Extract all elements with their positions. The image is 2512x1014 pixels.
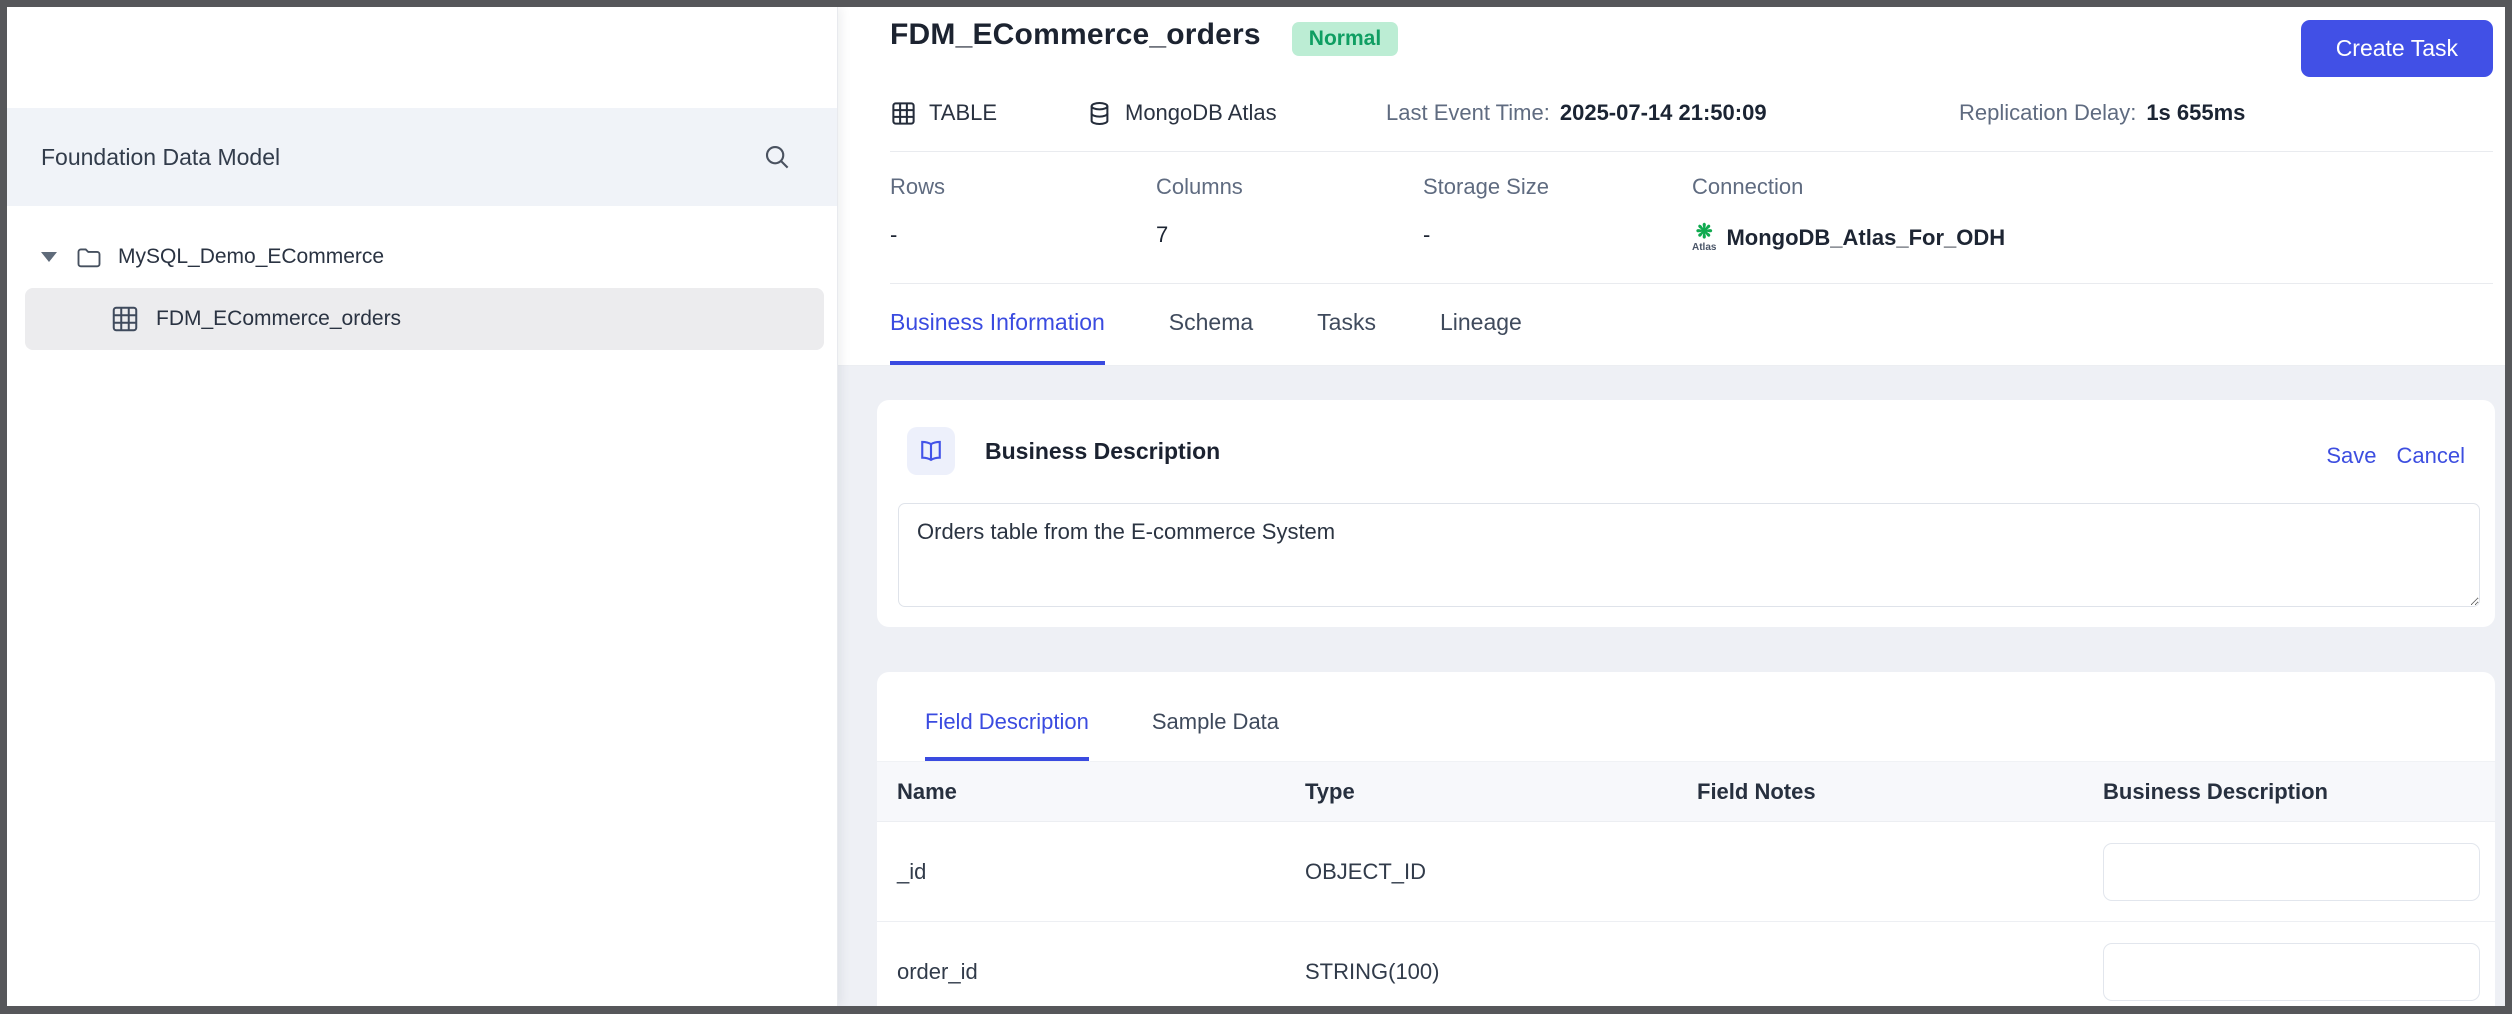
tab-tasks[interactable]: Tasks [1317, 284, 1376, 365]
field-type: OBJECT_ID [1305, 858, 1427, 884]
main-tabs: Business Information Schema Tasks Lineag… [838, 284, 2505, 366]
column-header-field-notes: Field Notes [1697, 778, 1816, 804]
business-description-actions: Save Cancel [2326, 443, 2465, 469]
cancel-button[interactable]: Cancel [2397, 443, 2465, 469]
database-icon [1086, 100, 1113, 127]
replication-delay-value: 1s 655ms [2146, 100, 2246, 125]
page-title: FDM_ECommerce_orders [890, 18, 1261, 51]
subtab-field-description[interactable]: Field Description [925, 696, 1089, 761]
tree-folder-label: MySQL_Demo_ECommerce [118, 245, 385, 268]
sidebar-tree: MySQL_Demo_ECommerce FDM_ECommerce_order… [7, 206, 837, 350]
tab-business-information[interactable]: Business Information [890, 284, 1105, 365]
create-task-button[interactable]: Create Task [2300, 20, 2493, 77]
tab-lineage[interactable]: Lineage [1440, 284, 1522, 365]
table-grid-icon [890, 100, 917, 127]
datasource-label: MongoDB Atlas [1125, 100, 1277, 125]
stat-connection: Connection ❋ Atlas MongoDB_Atlas_For_ODH [1692, 152, 2005, 253]
tree-table-label: FDM_ECommerce_orders [156, 307, 402, 330]
mongodb-atlas-icon: ❋ Atlas [1692, 221, 1717, 253]
stat-value: - [1423, 222, 1431, 247]
meta-replication-delay: Replication Delay: 1s 655ms [1959, 91, 2245, 135]
table-grid-icon [110, 304, 140, 334]
field-description-card: Field Description Sample Data Name Type … [877, 672, 2495, 1006]
main-panel: FDM_ECommerce_orders Normal Create Task … [838, 7, 2505, 1006]
column-header-name: Name [897, 778, 957, 804]
stat-value: - [890, 222, 898, 247]
meta-row: TABLE MongoDB Atlas Last Event Time: 202… [890, 91, 2493, 139]
replication-delay-label: Replication Delay: [1959, 100, 2137, 125]
stat-storage-size: Storage Size - [1423, 152, 1549, 248]
open-book-icon [907, 427, 955, 475]
stat-label: Rows [890, 174, 946, 199]
meta-object-type: TABLE [890, 91, 997, 135]
app-window: Foundation Data Model MySQL_Demo_ECommer… [7, 7, 2505, 1006]
table-row: _id OBJECT_ID [877, 822, 2495, 922]
connection-value[interactable]: ❋ Atlas MongoDB_Atlas_For_ODH [1692, 222, 2005, 253]
folder-icon [75, 243, 103, 271]
caret-down-icon[interactable] [41, 252, 57, 262]
tab-schema[interactable]: Schema [1169, 284, 1253, 365]
connection-name: MongoDB_Atlas_For_ODH [1726, 224, 2006, 250]
tree-node-folder[interactable]: MySQL_Demo_ECommerce [7, 235, 837, 279]
tree-node-table-selected[interactable]: FDM_ECommerce_orders [25, 288, 824, 350]
field-name: _id [897, 858, 927, 884]
sidebar: Foundation Data Model MySQL_Demo_ECommer… [7, 7, 838, 1006]
table-row: order_id STRING(100) [877, 922, 2495, 1006]
last-event-time-label: Last Event Time: [1386, 100, 1550, 125]
sidebar-header: Foundation Data Model [7, 108, 837, 206]
tab-content: Business Description Save Cancel Orders … [838, 366, 2505, 1006]
meta-datasource: MongoDB Atlas [1086, 91, 1277, 135]
subtab-sample-data[interactable]: Sample Data [1152, 696, 1279, 761]
field-business-description-input[interactable] [2103, 942, 2480, 1001]
last-event-time-value: 2025-07-14 21:50:09 [1559, 100, 1767, 125]
search-icon[interactable] [762, 142, 792, 172]
field-table-header: Name Type Field Notes Business Descripti… [877, 762, 2495, 822]
business-description-title: Business Description [985, 438, 1221, 464]
title-row: FDM_ECommerce_orders Normal Create Task [890, 13, 2493, 77]
stats-row: Rows - Columns 7 Storage Size - Connecti… [890, 152, 2493, 283]
stat-value: 7 [1156, 222, 1169, 247]
column-header-type: Type [1305, 778, 1355, 804]
stat-label: Columns [1156, 174, 1243, 199]
meta-last-event-time: Last Event Time: 2025-07-14 21:50:09 [1386, 91, 1767, 135]
column-header-business-description: Business Description [2103, 778, 2328, 804]
save-button[interactable]: Save [2326, 443, 2376, 469]
field-name: order_id [897, 958, 978, 984]
stat-rows: Rows - [890, 152, 945, 248]
status-badge: Normal [1291, 22, 1399, 56]
business-description-card: Business Description Save Cancel Orders … [877, 400, 2495, 627]
field-subtabs: Field Description Sample Data [877, 672, 2495, 762]
object-type-label: TABLE [929, 100, 998, 125]
field-type: STRING(100) [1305, 958, 1440, 984]
stat-label: Storage Size [1423, 174, 1549, 199]
business-description-input[interactable]: Orders table from the E-commerce System [898, 503, 2480, 607]
stat-columns: Columns 7 [1156, 152, 1243, 248]
sidebar-title: Foundation Data Model [41, 143, 281, 170]
field-business-description-input[interactable] [2103, 842, 2480, 901]
stat-label: Connection [1692, 174, 1804, 199]
